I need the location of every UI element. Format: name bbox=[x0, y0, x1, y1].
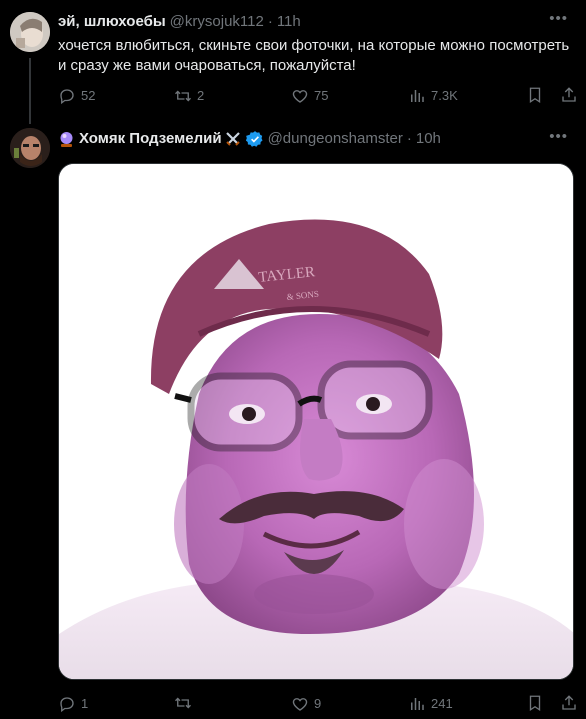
avatar[interactable] bbox=[10, 128, 50, 168]
bookmark-button[interactable] bbox=[526, 694, 548, 712]
bookmark-icon bbox=[529, 695, 541, 712]
author-name[interactable]: Хомяк Подземелий bbox=[79, 129, 222, 149]
crystal-ball-icon bbox=[58, 131, 75, 148]
tweet-image[interactable]: TAYLER & SONS bbox=[58, 163, 574, 680]
more-options-icon[interactable]: ••• bbox=[549, 10, 568, 27]
like-button[interactable]: 9 bbox=[291, 694, 321, 714]
repost-button[interactable]: 2 bbox=[174, 86, 204, 106]
reply-button[interactable]: 1 bbox=[58, 694, 88, 714]
author-handle[interactable]: @dungeonshamster bbox=[268, 129, 403, 149]
repost-button[interactable] bbox=[174, 694, 197, 712]
share-icon bbox=[562, 695, 576, 710]
timestamp[interactable]: 11h bbox=[277, 12, 301, 32]
like-count: 9 bbox=[314, 696, 322, 711]
like-button[interactable]: 75 bbox=[291, 86, 328, 106]
repost-icon bbox=[175, 90, 191, 102]
reply-button[interactable]: 52 bbox=[58, 86, 95, 106]
repost-count: 2 bbox=[197, 88, 205, 103]
tweet-text-line: и сразу же вами очароваться, пожалуйста! bbox=[58, 57, 356, 74]
share-button[interactable] bbox=[560, 86, 582, 104]
like-count: 75 bbox=[314, 88, 329, 103]
separator-dot: · bbox=[267, 13, 273, 30]
action-bar: 1 9 241 bbox=[58, 694, 576, 714]
thread-line bbox=[29, 58, 31, 124]
action-bar: 52 2 75 7.3K bbox=[58, 86, 576, 106]
separator-dot: · bbox=[406, 130, 412, 147]
reply-icon bbox=[60, 89, 74, 105]
views-icon bbox=[411, 90, 424, 102]
avatar[interactable] bbox=[10, 12, 50, 52]
photo-illustration: TAYLER & SONS bbox=[59, 164, 573, 679]
bookmark-button[interactable] bbox=[526, 86, 548, 104]
bookmark-icon bbox=[529, 87, 541, 104]
share-button[interactable] bbox=[560, 694, 582, 712]
author-handle[interactable]: @krysojuk112 bbox=[170, 12, 264, 32]
crossed-swords-icon bbox=[224, 130, 242, 148]
verified-badge-icon bbox=[245, 131, 263, 147]
reply-count: 1 bbox=[81, 696, 89, 711]
timestamp[interactable]: 10h bbox=[416, 129, 441, 149]
views-count: 7.3K bbox=[431, 88, 458, 103]
heart-icon bbox=[292, 698, 308, 711]
views-button[interactable]: 241 bbox=[408, 694, 453, 714]
reply-icon bbox=[60, 697, 74, 713]
repost-icon bbox=[175, 697, 191, 709]
heart-icon bbox=[292, 90, 308, 103]
views-count: 241 bbox=[431, 696, 453, 711]
views-icon bbox=[411, 698, 424, 710]
reply-count: 52 bbox=[81, 88, 96, 103]
tweet-text-line: хочется влюбиться, скиньте свои фоточки,… bbox=[58, 37, 570, 54]
tweet-text: хочется влюбиться, скиньте свои фоточки,… bbox=[58, 36, 569, 76]
views-button[interactable]: 7.3K bbox=[408, 86, 458, 106]
share-icon bbox=[562, 87, 576, 102]
author-name[interactable]: эй, шлюхоебы bbox=[58, 12, 166, 32]
more-options-icon[interactable]: ••• bbox=[549, 128, 568, 145]
